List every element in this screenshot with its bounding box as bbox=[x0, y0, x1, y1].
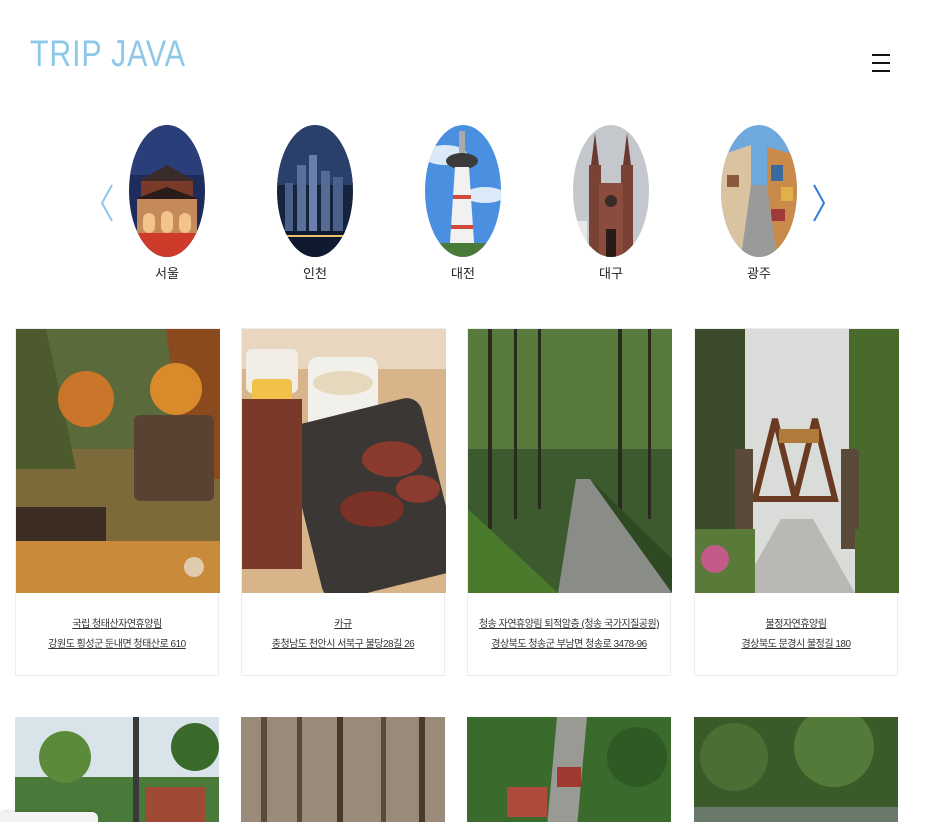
city-item-gwangju[interactable]: 광주 bbox=[720, 125, 798, 282]
site-logo[interactable]: TRIP JAVA bbox=[30, 33, 186, 75]
city-item-seoul[interactable]: 서울 bbox=[128, 125, 206, 282]
city-photo bbox=[425, 125, 501, 257]
place-card[interactable] bbox=[694, 717, 898, 822]
city-name: 인천 bbox=[303, 266, 327, 281]
city-name: 광주 bbox=[747, 266, 771, 281]
place-card[interactable] bbox=[15, 717, 219, 822]
place-card[interactable] bbox=[241, 717, 445, 822]
place-title[interactable]: 카규 bbox=[242, 615, 444, 635]
city-name: 대전 bbox=[451, 266, 475, 281]
place-info: 청송 자연휴양림 퇴적암층 (청송 국가지질공원) 경상북도 청송군 부남면 청… bbox=[468, 593, 670, 675]
city-name: 서울 bbox=[155, 266, 179, 281]
city-photo bbox=[277, 125, 353, 257]
place-title[interactable]: 국립 청태산자연휴양림 bbox=[16, 615, 218, 635]
city-photo bbox=[129, 125, 205, 257]
place-address[interactable]: 경상북도 청송군 부남면 청송로 3478-96 bbox=[468, 635, 670, 655]
place-info: 국립 청태산자연휴양림 강원도 횡성군 둔내면 청태산로 610 bbox=[16, 593, 218, 675]
place-card[interactable]: 국립 청태산자연휴양림 강원도 횡성군 둔내면 청태산로 610 bbox=[15, 328, 220, 676]
place-card[interactable]: 카규 충청남도 천안시 서북구 불당28길 26 bbox=[241, 328, 446, 676]
place-photo bbox=[467, 717, 671, 822]
chevron-right-icon[interactable] bbox=[808, 183, 828, 223]
place-photo bbox=[15, 717, 219, 822]
place-info: 카규 충청남도 천안시 서북구 불당28길 26 bbox=[242, 593, 444, 675]
city-photo bbox=[573, 125, 649, 257]
place-title[interactable]: 불정자연휴양림 bbox=[695, 615, 897, 635]
city-item-daejeon[interactable]: 대전 bbox=[424, 125, 502, 282]
hamburger-menu-icon[interactable] bbox=[872, 54, 890, 72]
place-photo bbox=[241, 717, 445, 822]
place-card[interactable]: 불정자연휴양림 경상북도 문경시 불정길 180 bbox=[694, 328, 899, 676]
city-photo bbox=[721, 125, 797, 257]
place-card[interactable] bbox=[467, 717, 671, 822]
place-photo bbox=[16, 329, 220, 593]
place-address[interactable]: 충청남도 천안시 서북구 불당28길 26 bbox=[242, 635, 444, 655]
city-item-daegu[interactable]: 대구 bbox=[572, 125, 650, 282]
place-photo bbox=[468, 329, 672, 593]
place-address[interactable]: 경상북도 문경시 불정길 180 bbox=[695, 635, 897, 655]
place-title[interactable]: 청송 자연휴양림 퇴적암층 (청송 국가지질공원) bbox=[468, 615, 670, 635]
city-carousel: 서울 인천 대전 대구 광주 bbox=[0, 118, 940, 288]
place-photo bbox=[242, 329, 446, 593]
scroll-indicator[interactable] bbox=[0, 812, 98, 822]
place-card[interactable]: 청송 자연휴양림 퇴적암층 (청송 국가지질공원) 경상북도 청송군 부남면 청… bbox=[467, 328, 672, 676]
place-photo bbox=[695, 329, 899, 593]
place-info: 불정자연휴양림 경상북도 문경시 불정길 180 bbox=[695, 593, 897, 675]
place-photo bbox=[694, 717, 898, 822]
chevron-left-icon[interactable] bbox=[98, 183, 118, 223]
city-item-incheon[interactable]: 인천 bbox=[276, 125, 354, 282]
place-address[interactable]: 강원도 횡성군 둔내면 청태산로 610 bbox=[16, 635, 218, 655]
city-name: 대구 bbox=[599, 266, 623, 281]
